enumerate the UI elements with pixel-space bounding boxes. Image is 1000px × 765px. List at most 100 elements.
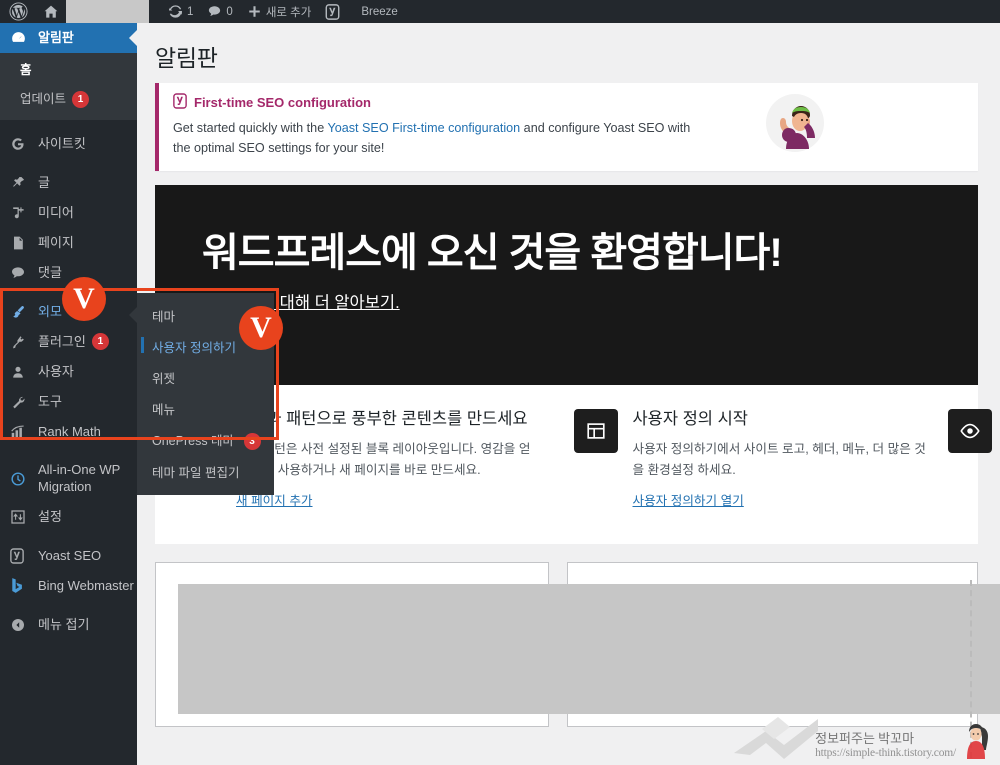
menu-separator bbox=[0, 601, 137, 610]
users-icon bbox=[10, 363, 32, 381]
collapse-arrow-icon bbox=[10, 616, 32, 634]
screen: 1 0 새로 추가 Breeze 알림판 홈 업데이트 1 사이트킷 글 미디어… bbox=[0, 0, 1000, 765]
sidebar-collapse-button[interactable]: 메뉴 접기 bbox=[0, 610, 137, 640]
sidebar-item-label: 홈 bbox=[20, 63, 32, 77]
sidebar-item-label: 메뉴 접기 bbox=[38, 616, 90, 632]
sidebar-item-yoast-seo[interactable]: Yoast SEO bbox=[0, 541, 137, 571]
onepress-badge: 3 bbox=[243, 433, 261, 451]
menu-separator bbox=[0, 120, 137, 129]
customize-submenu-check-circle: V bbox=[239, 306, 283, 350]
welcome-column-text: 사용자 정의 시작 사용자 정의하기에서 사이트 로고, 헤더, 메뉴, 더 많… bbox=[633, 409, 929, 510]
notice-heading-text: First-time SEO configuration bbox=[194, 95, 371, 110]
sidebar-item-dashboard[interactable]: 알림판 bbox=[0, 23, 137, 53]
yoast-first-time-configuration-link[interactable]: Yoast SEO First-time configuration bbox=[327, 121, 520, 135]
plugin-icon bbox=[10, 333, 32, 351]
sidebar-item-settings[interactable]: 설정 bbox=[0, 502, 137, 532]
sidebar-item-label: 미디어 bbox=[38, 205, 74, 221]
sidebar-item-label: Yoast SEO bbox=[38, 547, 102, 563]
dashboard-submenu: 홈 업데이트 1 bbox=[0, 53, 137, 120]
sidebar-item-label: 사이트킷 bbox=[38, 136, 86, 152]
page-title: 알림판 bbox=[155, 45, 218, 71]
breeze-adminbar-item[interactable]: Breeze bbox=[347, 0, 404, 23]
updates-icon bbox=[168, 4, 183, 19]
yoast-seo-icon bbox=[325, 3, 340, 20]
new-content-button[interactable]: 새로 추가 bbox=[240, 0, 319, 23]
welcome-column-desc: 사용자 정의하기에서 사이트 로고, 헤더, 메뉴, 더 많은 것을 환경설정 … bbox=[632, 442, 926, 477]
sidebar-item-sitekit[interactable]: 사이트킷 bbox=[0, 129, 137, 159]
settings-sliders-icon bbox=[10, 508, 32, 526]
watermark-ribbon-shape bbox=[734, 717, 818, 759]
wordpress-logo-icon[interactable] bbox=[0, 0, 36, 23]
sidebar-item-label: Bing Webmaster bbox=[38, 577, 134, 593]
google-sitekit-icon bbox=[10, 135, 32, 153]
welcome-column-title: 블록과 패턴으로 풍부한 콘텐츠를 만드세요 bbox=[236, 410, 528, 429]
sidebar-item-pages[interactable]: 페이지 bbox=[0, 228, 137, 258]
appearance-brush-icon bbox=[10, 303, 32, 321]
sidebar-item-media[interactable]: 미디어 bbox=[0, 198, 137, 228]
customize-layout-icon bbox=[573, 409, 618, 454]
breeze-label: Breeze bbox=[361, 5, 398, 18]
notice-body: Get started quickly with the Yoast SEO F… bbox=[173, 119, 703, 158]
menu-separator bbox=[0, 532, 137, 541]
sidebar-item-label: 도구 bbox=[38, 394, 62, 410]
woman-avatar-icon bbox=[967, 724, 988, 759]
welcome-column-text: 블록과 패턴으로 풍부한 콘텐츠를 만드세요 블록 패턴은 사전 설정된 블록 … bbox=[236, 409, 532, 510]
sidebar-item-plugins[interactable]: 플러그인 1 bbox=[0, 327, 137, 357]
pin-icon bbox=[10, 174, 32, 192]
menu-separator bbox=[0, 159, 137, 168]
pages-icon bbox=[10, 234, 32, 252]
sidebar-item-label: 알림판 bbox=[38, 30, 74, 46]
submenu-item-theme-file-editor[interactable]: 테마 파일 편집기 bbox=[137, 456, 274, 487]
welcome-column-customize: 사용자 정의 시작 사용자 정의하기에서 사이트 로고, 헤더, 메뉴, 더 많… bbox=[552, 409, 949, 510]
welcome-column-third-clipped bbox=[948, 409, 992, 510]
sidebar-item-rankmath[interactable]: Rank Math bbox=[0, 417, 137, 447]
redacted-content-block bbox=[178, 583, 1000, 714]
appearance-menu-check-circle: V bbox=[62, 277, 106, 321]
plugins-badge: 1 bbox=[91, 333, 109, 351]
eye-icon bbox=[948, 409, 992, 454]
welcome-panel-header: 워드프레스에 오신 것을 환영합니다! 6.3 버전에 대해 더 알아보기. bbox=[155, 185, 978, 313]
notice-heading: First-time SEO configuration bbox=[173, 93, 964, 112]
add-new-page-link[interactable]: 새 페이지 추가 bbox=[236, 494, 313, 508]
sidebar-item-tools[interactable]: 도구 bbox=[0, 387, 137, 417]
updates-link[interactable]: 1 bbox=[161, 0, 200, 23]
comment-bubble-icon bbox=[10, 264, 32, 282]
sidebar-item-label: Rank Math bbox=[38, 424, 101, 440]
sidebar-item-home[interactable]: 홈 bbox=[0, 56, 137, 85]
admin-sidebar-menu: 알림판 홈 업데이트 1 사이트킷 글 미디어 페이지 댓글 외모 플러그인 1… bbox=[0, 23, 137, 765]
sidebar-item-all-in-one-wp-migration[interactable]: All-in-One WP Migration bbox=[0, 456, 137, 502]
welcome-column-desc: 블록 패턴은 사전 설정된 블록 레이아웃입니다. 영감을 얻기 위해 사용하거… bbox=[236, 442, 531, 477]
submenu-item-label: OnePress 테마 bbox=[152, 434, 235, 448]
sidebar-item-label: 설정 bbox=[38, 508, 62, 524]
migration-icon bbox=[10, 470, 32, 488]
sidebar-item-users[interactable]: 사용자 bbox=[0, 357, 137, 387]
comments-link[interactable]: 0 bbox=[200, 0, 239, 23]
submenu-item-menus[interactable]: 메뉴 bbox=[137, 393, 274, 424]
site-name-redacted bbox=[66, 0, 149, 23]
site-home-icon[interactable] bbox=[36, 0, 66, 23]
submenu-item-onepress-theme[interactable]: OnePress 테마 3 bbox=[137, 424, 274, 456]
rankmath-icon bbox=[10, 423, 32, 441]
woman-flexing-illustration bbox=[766, 94, 824, 152]
sidebar-item-label: 페이지 bbox=[38, 235, 74, 251]
sidebar-item-label: 댓글 bbox=[38, 265, 62, 281]
sidebar-item-label: 업데이트 bbox=[20, 91, 67, 106]
open-customizer-link[interactable]: 사용자 정의하기 열기 bbox=[633, 494, 744, 508]
bing-icon bbox=[10, 577, 32, 595]
welcome-panel: 워드프레스에 오신 것을 환영합니다! 6.3 버전에 대해 더 알아보기. bbox=[155, 185, 978, 386]
sidebar-item-label: All-in-One WP Migration bbox=[38, 461, 121, 494]
tools-wrench-icon bbox=[10, 393, 32, 411]
watermark-url: https://simple-think.tistory.com/ bbox=[815, 747, 956, 759]
sidebar-item-posts[interactable]: 글 bbox=[0, 168, 137, 198]
welcome-heading: 워드프레스에 오신 것을 환영합니다! bbox=[202, 231, 783, 276]
sidebar-item-updates[interactable]: 업데이트 1 bbox=[0, 85, 137, 114]
menu-separator bbox=[0, 447, 137, 456]
welcome-column-title: 사용자 정의 시작 bbox=[632, 410, 748, 429]
yoast-first-time-configuration-notice: First-time SEO configuration Get started… bbox=[155, 83, 978, 172]
updates-count: 1 bbox=[187, 5, 194, 18]
watermark: 정보퍼주는 박꼬마 https://simple-think.tistory.c… bbox=[815, 723, 994, 759]
yoast-seo-adminbar-item[interactable] bbox=[318, 0, 347, 23]
submenu-item-widgets[interactable]: 위젯 bbox=[137, 362, 274, 393]
welcome-panel-columns: 블록과 패턴으로 풍부한 콘텐츠를 만드세요 블록 패턴은 사전 설정된 블록 … bbox=[155, 385, 992, 544]
sidebar-item-bing-webmaster[interactable]: Bing Webmaster bbox=[0, 571, 137, 601]
